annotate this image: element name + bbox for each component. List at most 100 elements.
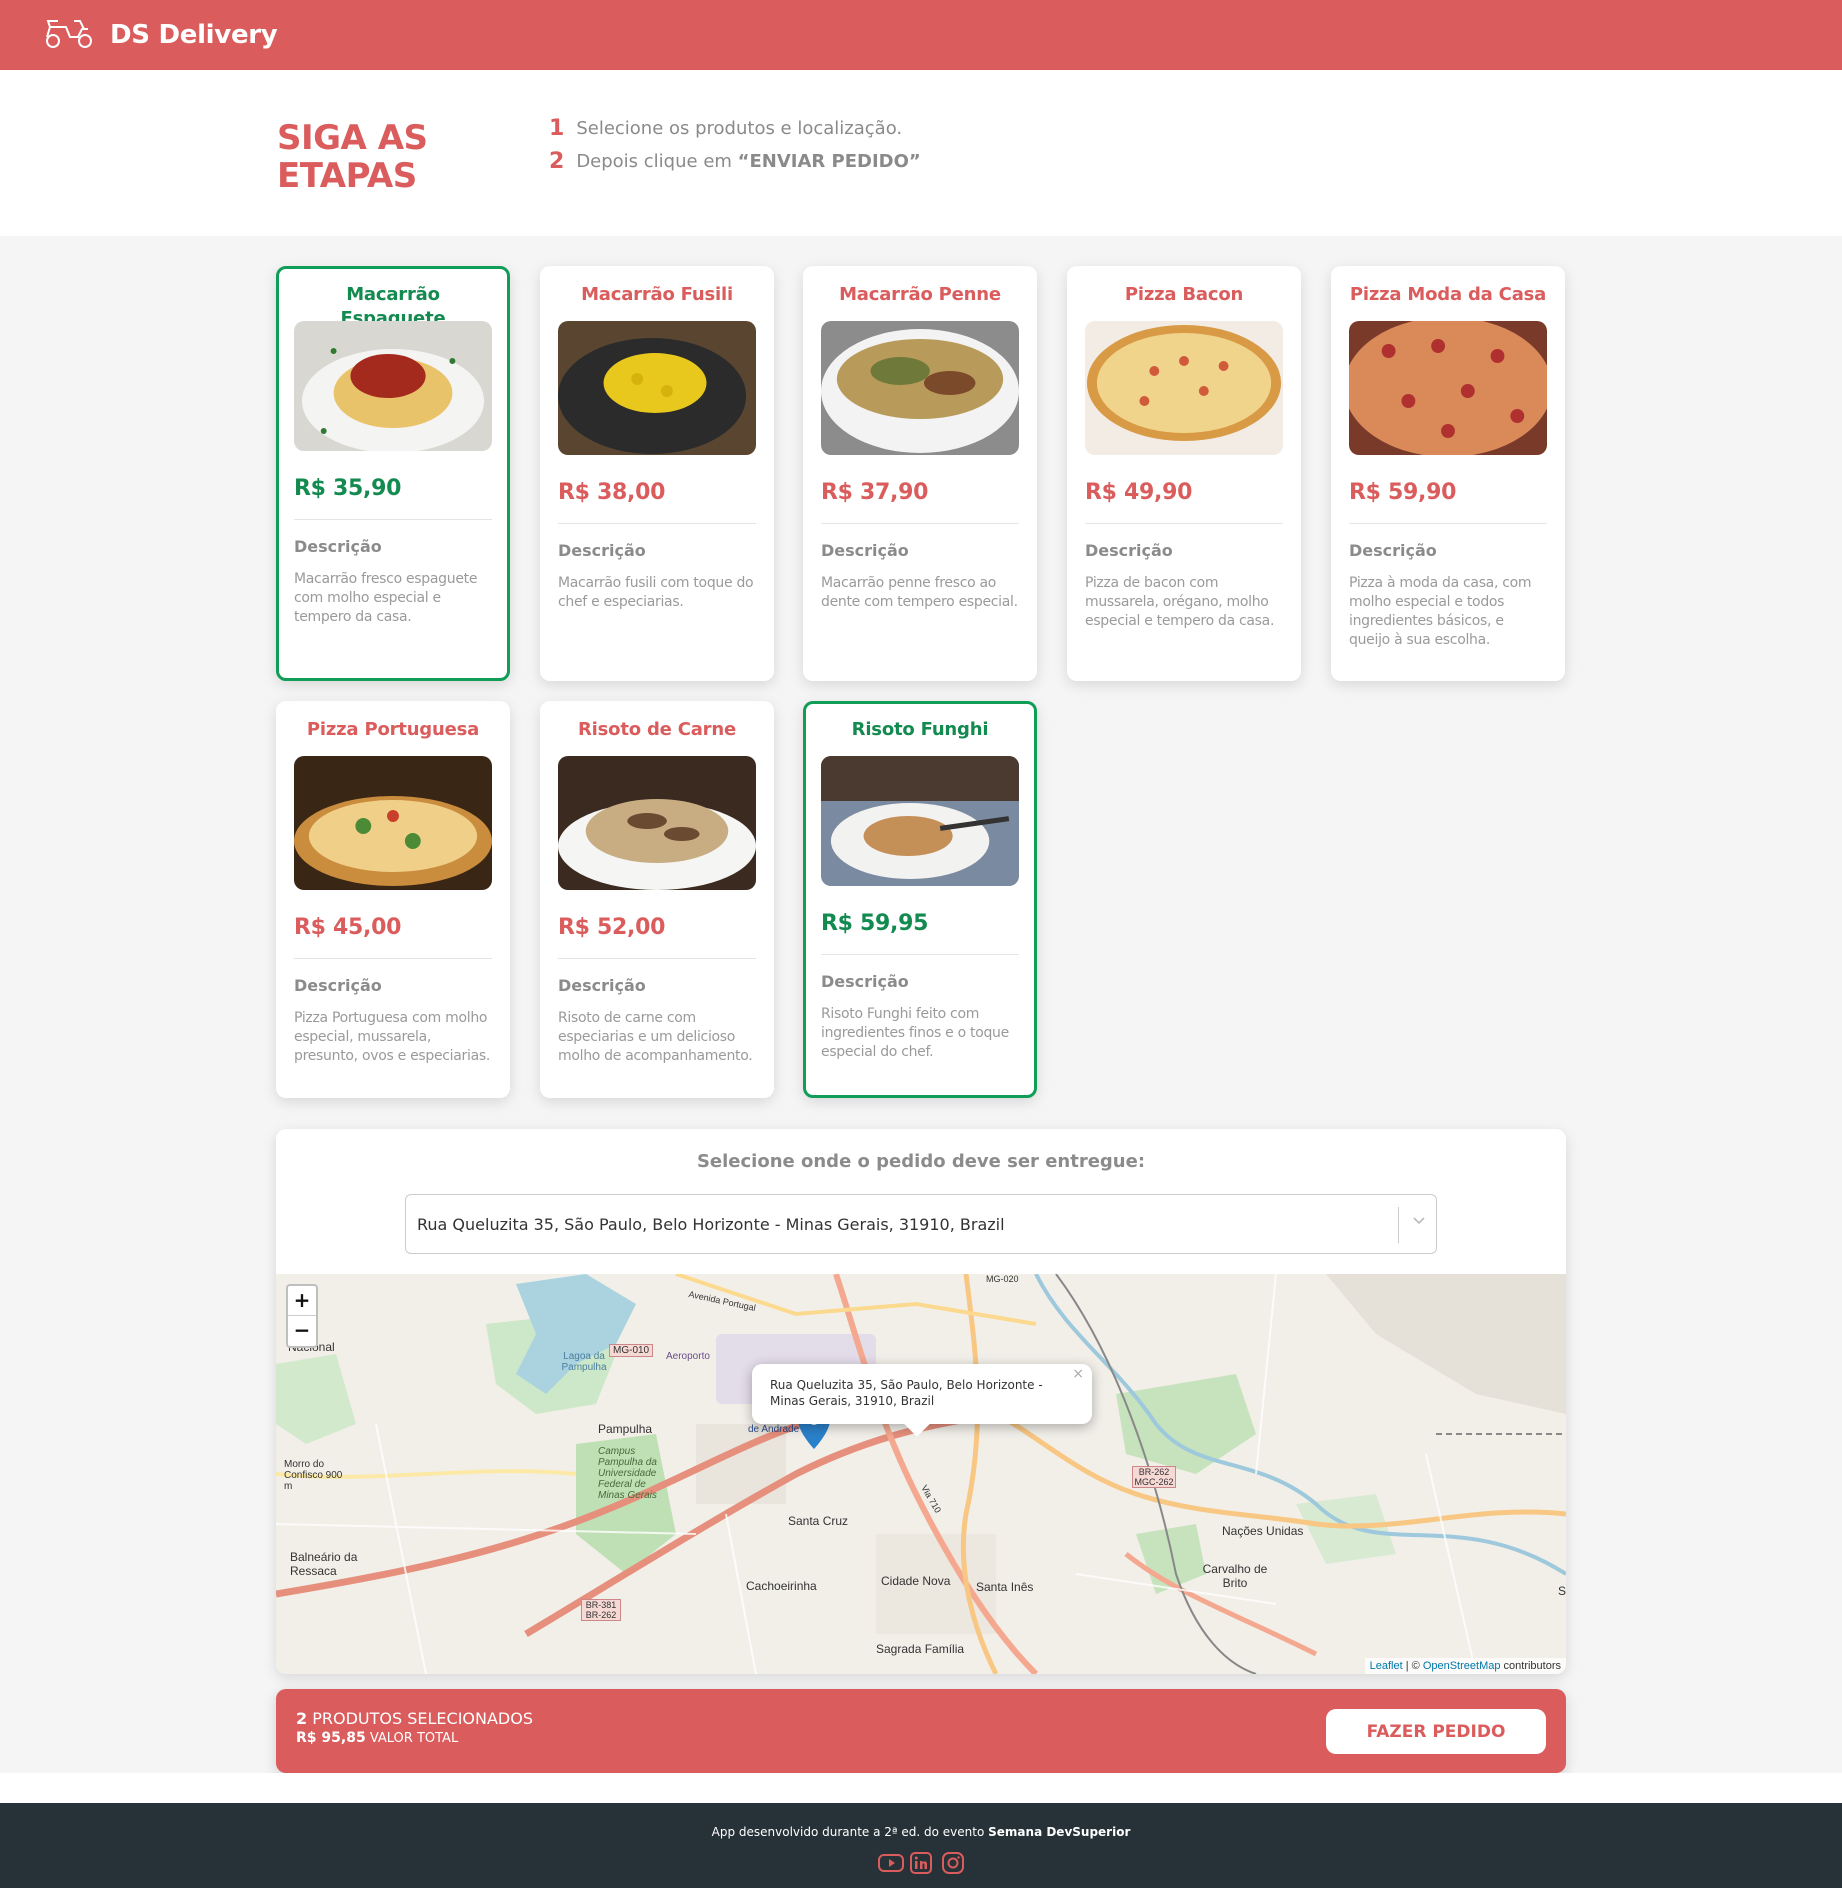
step-1: 1 Selecione os produtos e localização. [549, 116, 902, 141]
product-image [1085, 321, 1283, 455]
total-amount: R$ 95,85 [296, 1730, 366, 1746]
popup-text: Rua Queluzita 35, São Paulo, Belo Horizo… [770, 1378, 1043, 1408]
product-card[interactable]: Macarrão Fusili R$ 38,00 Descrição Macar… [540, 266, 774, 681]
order-summary: 2 PRODUTOS SELECIONADOS R$ 95,85 VALOR T… [276, 1689, 1566, 1773]
place-order-button[interactable]: FAZER PEDIDO [1326, 1709, 1546, 1754]
product-card[interactable]: Pizza Moda da Casa R$ 59,90 Descrição Pi… [1331, 266, 1565, 681]
footer-text: App desenvolvido durante a 2ª ed. do eve… [0, 1825, 1842, 1839]
step-text: Selecione os produtos e localização. [576, 118, 903, 139]
divider [1349, 523, 1547, 524]
product-card[interactable]: Pizza Bacon R$ 49,90 Descrição Pizza de … [1067, 266, 1301, 681]
product-name: Pizza Portuguesa [306, 719, 480, 740]
product-card[interactable]: Pizza Portuguesa R$ 45,00 Descrição Pizz… [276, 701, 510, 1098]
description-title: Descrição [294, 976, 382, 995]
map-label: BR-262 MGC-262 [1132, 1466, 1176, 1488]
step-2: 2 Depois clique em “ENVIAR PEDIDO” [549, 149, 921, 174]
map-label: Nações Unidas [1222, 1524, 1304, 1538]
product-name: Macarrão Fusili [581, 284, 733, 305]
map[interactable]: Nacional Aeroporto Lagoa da Pampulha MG-… [276, 1274, 1566, 1674]
select-separator [1398, 1207, 1399, 1243]
map-label: Pampulha [598, 1422, 653, 1436]
description-title: Descrição [821, 972, 909, 991]
map-label: Lagoa da Pampulha [561, 1351, 607, 1373]
brand-name[interactable]: DS Delivery [110, 20, 278, 50]
map-label: de Andrade [748, 1424, 800, 1435]
scooter-icon [44, 17, 94, 53]
divider [294, 958, 492, 959]
step-emphasis: “ENVIAR PEDIDO” [737, 151, 921, 172]
map-label: Cidade Nova [881, 1574, 951, 1588]
selected-count: 2 PRODUTOS SELECIONADOS [296, 1709, 533, 1728]
linkedin-icon[interactable] [909, 1851, 933, 1875]
social-links [0, 1851, 1842, 1875]
description-title: Descrição [1085, 541, 1173, 560]
youtube-icon[interactable] [877, 1851, 904, 1875]
zoom-out-button[interactable]: − [288, 1316, 316, 1346]
product-card[interactable]: Macarrão Espaguete R$ 35,90 Descrição Ma… [276, 266, 510, 681]
footer-credit: App desenvolvido durante a 2ª ed. do eve… [711, 1825, 989, 1839]
map-label: Santa Inês [976, 1580, 1034, 1594]
instagram-icon[interactable] [941, 1851, 965, 1875]
osm-link[interactable]: OpenStreetMap [1423, 1660, 1501, 1672]
product-image [294, 321, 492, 451]
map-label: BR-381 BR-262 [581, 1599, 621, 1621]
divider [821, 954, 1019, 955]
product-image [821, 756, 1019, 886]
product-price: R$ 45,00 [294, 915, 402, 940]
product-image [821, 321, 1019, 455]
step-number: 2 [549, 149, 565, 174]
map-popup: × Rua Queluzita 35, São Paulo, Belo Hori… [752, 1364, 1092, 1437]
description-title: Descrição [558, 976, 646, 995]
map-label: Sagrada Família [876, 1642, 965, 1656]
footer-event: Semana DevSuperior [988, 1825, 1131, 1839]
product-name: Macarrão Espaguete [340, 284, 446, 329]
divider [558, 958, 756, 959]
attribution-separator: | © [1402, 1660, 1423, 1672]
address-select[interactable]: Rua Queluzita 35, São Paulo, Belo Horizo… [405, 1194, 1437, 1254]
product-price: R$ 38,00 [558, 480, 666, 505]
product-price: R$ 52,00 [558, 915, 666, 940]
product-card[interactable]: Risoto Funghi R$ 59,95 Descrição Risoto … [803, 701, 1037, 1098]
total-label: VALOR TOTAL [365, 1731, 459, 1746]
description-title: Descrição [294, 537, 382, 556]
map-label: Aeroporto [666, 1351, 710, 1362]
leaflet-link[interactable]: Leaflet [1370, 1660, 1403, 1672]
map-label: Balneário da Ressaca [290, 1550, 358, 1578]
location-section: Selecione onde o pedido deve ser entregu… [276, 1129, 1566, 1674]
product-name: Risoto de Carne [578, 719, 736, 740]
divider [821, 523, 1019, 524]
attribution-tail: contributors [1500, 1660, 1561, 1672]
steps-section: SIGA AS ETAPAS 1 Selecione os produtos e… [0, 70, 1842, 236]
count-value: 2 [296, 1709, 308, 1728]
navbar: DS Delivery [0, 0, 1842, 70]
map-label: Cachoeirinha [746, 1579, 817, 1593]
product-description: Pizza de bacon com mussarela, orégano, m… [1085, 575, 1275, 629]
zoom-in-button[interactable]: + [288, 1286, 316, 1316]
chevron-down-icon[interactable] [1412, 1215, 1426, 1229]
product-price: R$ 35,90 [294, 476, 402, 501]
steps-title: SIGA AS ETAPAS [277, 118, 428, 196]
product-price: R$ 49,90 [1085, 480, 1193, 505]
product-card[interactable]: Risoto de Carne R$ 52,00 Descrição Risot… [540, 701, 774, 1098]
product-name: Macarrão Penne [839, 284, 1001, 305]
close-icon[interactable]: × [1072, 1366, 1084, 1382]
product-image [558, 756, 756, 890]
map-label: S [1558, 1584, 1566, 1598]
product-price: R$ 59,95 [821, 911, 929, 936]
map-label: MG-020 [986, 1274, 1019, 1284]
product-card[interactable]: Macarrão Penne R$ 37,90 Descrição Macarr… [803, 266, 1037, 681]
description-title: Descrição [1349, 541, 1437, 560]
map-label: Morro do Confisco 900 m [284, 1459, 343, 1492]
footer: App desenvolvido durante a 2ª ed. do eve… [0, 1803, 1842, 1888]
product-description: Pizza à moda da casa, com molho especial… [1349, 575, 1532, 648]
address-value: Rua Queluzita 35, São Paulo, Belo Horizo… [417, 1214, 1005, 1234]
map-label: Carvalho de Brito [1202, 1562, 1268, 1590]
product-description: Risoto de carne com especiarias e um del… [558, 1010, 753, 1064]
map-label: Santa Cruz [788, 1514, 849, 1528]
description-title: Descrição [821, 541, 909, 560]
description-title: Descrição [558, 541, 646, 560]
product-description: Risoto Funghi feito com ingredientes fin… [821, 1006, 1009, 1060]
product-description: Macarrão fresco espaguete com molho espe… [294, 571, 478, 625]
map-tiles [276, 1274, 1566, 1674]
step-number: 1 [549, 116, 565, 141]
